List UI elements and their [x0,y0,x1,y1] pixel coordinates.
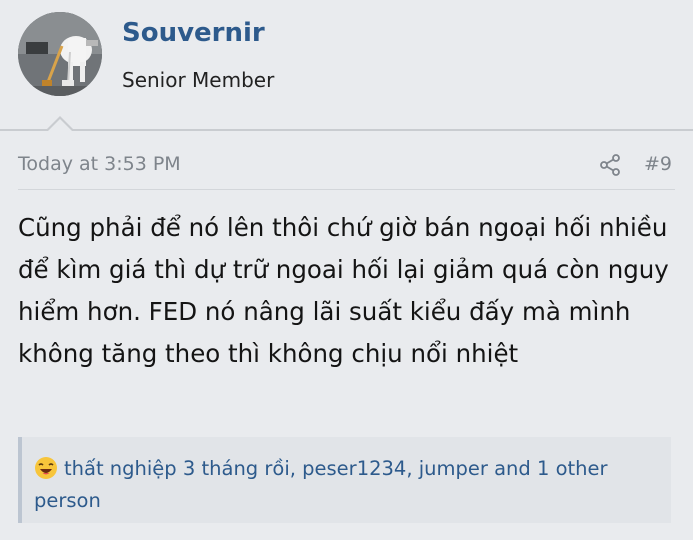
reactions-summary[interactable]: thất nghiệp 3 tháng rồi, peser1234, jump… [34,453,654,517]
reactions-text[interactable]: thất nghiệp 3 tháng rồi, peser1234, jump… [34,457,608,512]
user-title: Senior Member [122,68,275,92]
post-meta-divider [18,189,675,190]
post-author-header: Souvernir Senior Member [0,0,693,130]
username-link[interactable]: Souvernir [122,18,265,48]
haha-emoji-icon [34,456,58,480]
user-avatar[interactable] [18,12,102,96]
post-container: Today at 3:53 PM #9 Cũng phải để nó lên … [0,131,693,540]
post-body: Cũng phải để nó lên thôi chứ giờ bán ngo… [18,213,669,368]
post-timestamp[interactable]: Today at 3:53 PM [18,153,181,175]
share-icon[interactable] [598,153,622,177]
reactions-bar: thất nghiệp 3 tháng rồi, peser1234, jump… [18,437,671,523]
post-number-link[interactable]: #9 [644,153,672,175]
